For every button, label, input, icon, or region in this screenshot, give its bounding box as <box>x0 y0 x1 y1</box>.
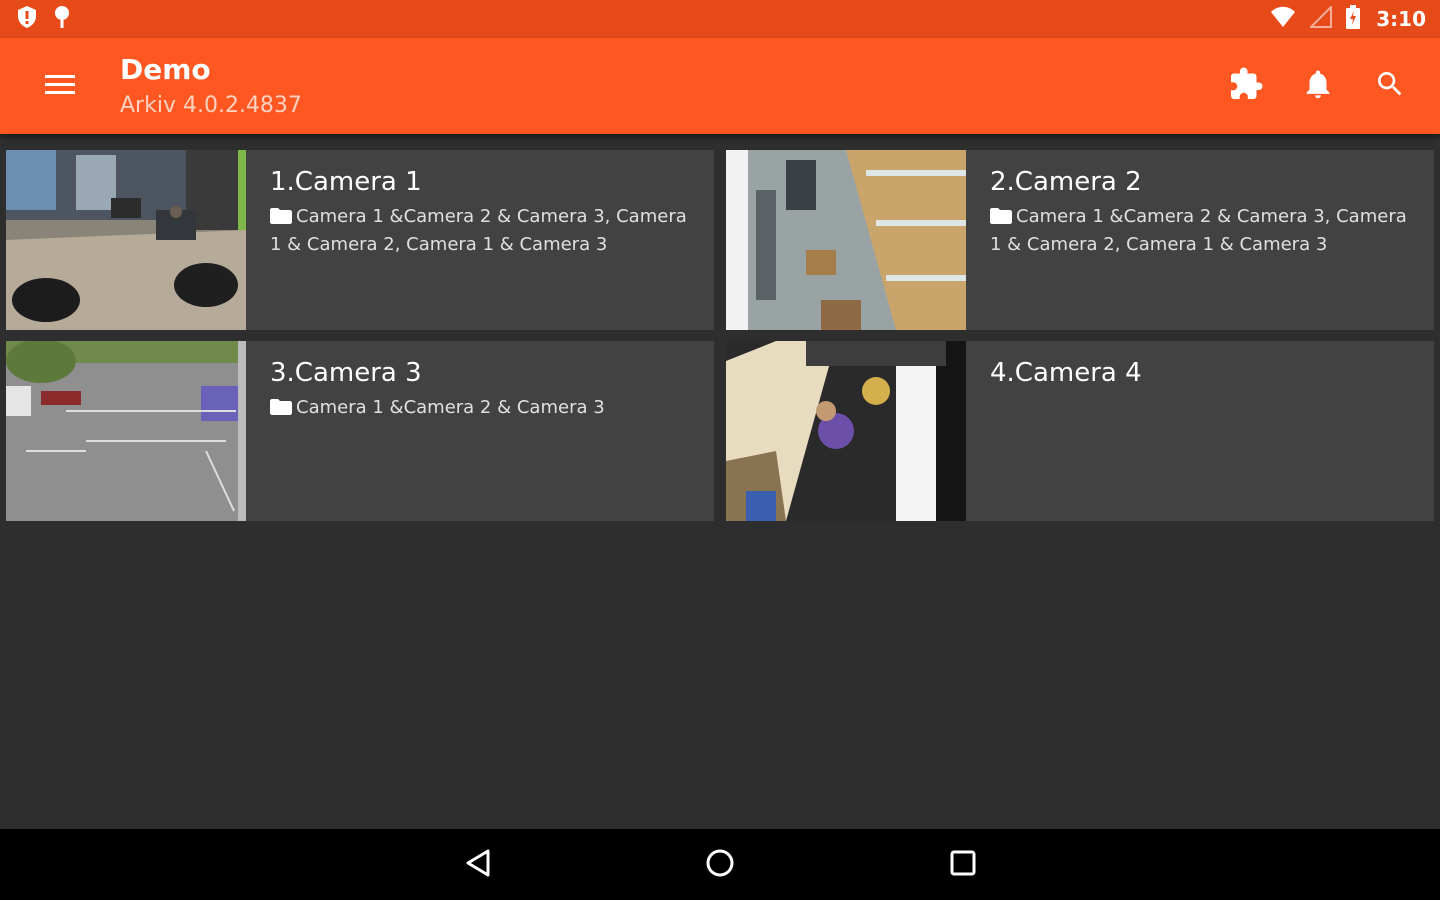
camera-card-3[interactable]: 3.Camera 3 Camera 1 &Camera 2 & Camera 3 <box>6 341 714 521</box>
back-button[interactable] <box>454 841 502 889</box>
camera-card-2[interactable]: 2.Camera 2 Camera 1 &Camera 2 & Camera 3… <box>726 150 1434 330</box>
recents-button[interactable] <box>939 841 987 889</box>
menu-icon <box>45 73 75 99</box>
menu-button[interactable] <box>36 62 84 110</box>
wifi-icon <box>1270 6 1296 32</box>
camera-title: 1.Camera 1 <box>270 167 422 197</box>
navigation-bar <box>0 829 1440 900</box>
camera-groups-text: Camera 1 &Camera 2 & Camera 3, Camera 1 … <box>990 206 1407 255</box>
camera-groups: Camera 1 &Camera 2 & Camera 3, Camera 1 … <box>270 204 694 258</box>
status-bar-right: 3:10 <box>1270 4 1426 33</box>
app-bar-actions <box>1222 62 1414 110</box>
status-bar-left <box>16 5 72 33</box>
title-block: Demo Arkiv 4.0.2.4837 <box>120 52 302 122</box>
search-icon <box>1374 68 1406 104</box>
camera-info-2: 2.Camera 2 Camera 1 &Camera 2 & Camera 3… <box>966 150 1434 330</box>
camera-thumbnail-4 <box>726 341 966 521</box>
status-time: 3:10 <box>1376 7 1426 31</box>
camera-title: 4.Camera 4 <box>990 358 1142 388</box>
plugin-icon <box>1228 66 1264 106</box>
recents-icon <box>949 849 977 881</box>
battery-icon <box>1346 5 1361 33</box>
camera-card-1[interactable]: 1.Camera 1 Camera 1 &Camera 2 & Camera 3… <box>6 150 714 330</box>
cell-signal-icon <box>1308 4 1333 32</box>
plugins-button[interactable] <box>1222 62 1270 110</box>
camera-thumbnail-3 <box>6 341 246 521</box>
camera-info-1: 1.Camera 1 Camera 1 &Camera 2 & Camera 3… <box>246 150 714 330</box>
back-icon <box>464 848 492 882</box>
bell-icon <box>1301 66 1335 106</box>
camera-info-3: 3.Camera 3 Camera 1 &Camera 2 & Camera 3 <box>246 341 714 521</box>
camera-thumbnail-2 <box>726 150 966 330</box>
camera-groups-text: Camera 1 &Camera 2 & Camera 3 <box>296 397 605 418</box>
folder-icon <box>270 206 292 232</box>
camera-info-4: 4.Camera 4 <box>966 341 1434 521</box>
camera-title: 2.Camera 2 <box>990 167 1142 197</box>
camera-card-4[interactable]: 4.Camera 4 <box>726 341 1434 521</box>
camera-groups: Camera 1 &Camera 2 & Camera 3 <box>270 395 694 423</box>
folder-icon <box>990 206 1012 232</box>
shield-icon <box>16 5 38 33</box>
app-title: Demo <box>120 53 211 86</box>
app-subtitle: Arkiv 4.0.2.4837 <box>120 93 302 118</box>
camera-groups: Camera 1 &Camera 2 & Camera 3, Camera 1 … <box>990 204 1414 258</box>
camera-title: 3.Camera 3 <box>270 358 422 388</box>
app-bar: Demo Arkiv 4.0.2.4837 <box>0 38 1440 134</box>
location-pin-icon <box>52 5 72 33</box>
notifications-button[interactable] <box>1294 62 1342 110</box>
folder-icon <box>270 397 292 423</box>
camera-groups-text: Camera 1 &Camera 2 & Camera 3, Camera 1 … <box>270 206 687 255</box>
camera-thumbnail-1 <box>6 150 246 330</box>
home-button[interactable] <box>696 841 744 889</box>
search-button[interactable] <box>1366 62 1414 110</box>
status-bar: 3:10 <box>0 0 1440 38</box>
home-icon <box>705 848 735 882</box>
